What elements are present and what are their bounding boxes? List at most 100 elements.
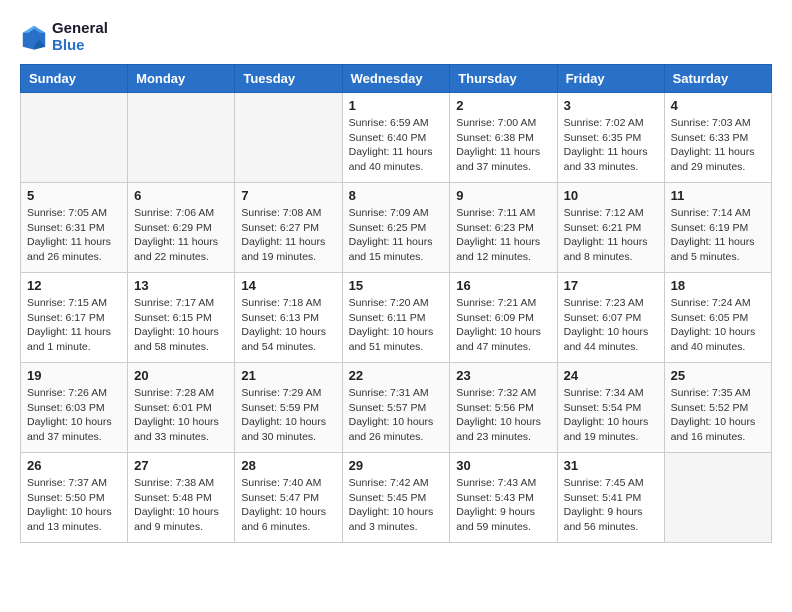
day-number: 1 [349, 98, 444, 113]
col-header-sunday: Sunday [21, 65, 128, 93]
calendar-table: SundayMondayTuesdayWednesdayThursdayFrid… [20, 64, 772, 543]
day-info: Sunrise: 7:03 AM Sunset: 6:33 PM Dayligh… [671, 116, 765, 175]
day-info: Sunrise: 7:00 AM Sunset: 6:38 PM Dayligh… [456, 116, 550, 175]
day-number: 28 [241, 458, 335, 473]
calendar-cell: 18Sunrise: 7:24 AM Sunset: 6:05 PM Dayli… [664, 273, 771, 363]
week-row-2: 5 Sunrise: 7:05 AM Sunset: 6:31 PM Daylig… [21, 183, 772, 273]
day-number: 30 [456, 458, 550, 473]
calendar-cell: 8 Sunrise: 7:09 AM Sunset: 6:25 PM Daylig… [342, 183, 450, 273]
calendar-cell: 9Sunrise: 7:11 AM Sunset: 6:23 PM Daylig… [450, 183, 557, 273]
logo: General Blue [20, 20, 108, 54]
day-info: Sunrise: 7:40 AM Sunset: 5:47 PM Dayligh… [241, 476, 335, 535]
calendar-cell: 1 Sunrise: 6:59 AM Sunset: 6:40 PM Daylig… [342, 93, 450, 183]
day-number: 10 [564, 188, 658, 203]
calendar-cell: 11 Sunrise: 7:14 AM Sunset: 6:19 PM Dayli… [664, 183, 771, 273]
day-number: 21 [241, 368, 335, 383]
calendar-cell: 2 Sunrise: 7:00 AM Sunset: 6:38 PM Daylig… [450, 93, 557, 183]
calendar-cell: 29 Sunrise: 7:42 AM Sunset: 5:45 PM Dayli… [342, 453, 450, 543]
calendar-cell: 5 Sunrise: 7:05 AM Sunset: 6:31 PM Daylig… [21, 183, 128, 273]
day-number: 26 [27, 458, 121, 473]
calendar-cell: 13 Sunrise: 7:17 AM Sunset: 6:15 PM Dayli… [128, 273, 235, 363]
col-header-wednesday: Wednesday [342, 65, 450, 93]
day-number: 7 [241, 188, 335, 203]
day-info: Sunrise: 7:05 AM Sunset: 6:31 PM Dayligh… [27, 206, 121, 265]
day-number: 5 [27, 188, 121, 203]
day-info: Sunrise: 7:09 AM Sunset: 6:25 PM Dayligh… [349, 206, 444, 265]
day-info: Sunrise: 7:45 AM Sunset: 5:41 PM Dayligh… [564, 476, 658, 535]
col-header-thursday: Thursday [450, 65, 557, 93]
calendar-cell: 30Sunrise: 7:43 AM Sunset: 5:43 PM Dayli… [450, 453, 557, 543]
logo-icon [20, 23, 48, 51]
calendar-cell: 10 Sunrise: 7:12 AM Sunset: 6:21 PM Dayli… [557, 183, 664, 273]
calendar-cell: 19 Sunrise: 7:26 AM Sunset: 6:03 PM Dayli… [21, 363, 128, 453]
day-number: 29 [349, 458, 444, 473]
calendar-cell: 31Sunrise: 7:45 AM Sunset: 5:41 PM Dayli… [557, 453, 664, 543]
day-info: Sunrise: 7:14 AM Sunset: 6:19 PM Dayligh… [671, 206, 765, 265]
col-header-tuesday: Tuesday [235, 65, 342, 93]
calendar-cell: 16 Sunrise: 7:21 AM Sunset: 6:09 PM Dayli… [450, 273, 557, 363]
day-info: Sunrise: 7:32 AM Sunset: 5:56 PM Dayligh… [456, 386, 550, 445]
day-info: Sunrise: 7:34 AM Sunset: 5:54 PM Dayligh… [564, 386, 658, 445]
page-header: General Blue [20, 20, 772, 54]
week-row-5: 26 Sunrise: 7:37 AM Sunset: 5:50 PM Dayli… [21, 453, 772, 543]
calendar-cell: 12 Sunrise: 7:15 AM Sunset: 6:17 PM Dayli… [21, 273, 128, 363]
day-info: Sunrise: 7:18 AM Sunset: 6:13 PM Dayligh… [241, 296, 335, 355]
calendar-cell: 6 Sunrise: 7:06 AM Sunset: 6:29 PM Daylig… [128, 183, 235, 273]
day-info: Sunrise: 7:29 AM Sunset: 5:59 PM Dayligh… [241, 386, 335, 445]
day-info: Sunrise: 7:21 AM Sunset: 6:09 PM Dayligh… [456, 296, 550, 355]
week-row-1: 1 Sunrise: 6:59 AM Sunset: 6:40 PM Daylig… [21, 93, 772, 183]
day-info: Sunrise: 7:23 AM Sunset: 6:07 PM Dayligh… [564, 296, 658, 355]
calendar-cell: 7 Sunrise: 7:08 AM Sunset: 6:27 PM Daylig… [235, 183, 342, 273]
calendar-cell: 26 Sunrise: 7:37 AM Sunset: 5:50 PM Dayli… [21, 453, 128, 543]
day-info: Sunrise: 7:28 AM Sunset: 6:01 PM Dayligh… [134, 386, 228, 445]
day-number: 16 [456, 278, 550, 293]
day-number: 4 [671, 98, 765, 113]
day-info: Sunrise: 7:06 AM Sunset: 6:29 PM Dayligh… [134, 206, 228, 265]
calendar-cell: 22 Sunrise: 7:31 AM Sunset: 5:57 PM Dayli… [342, 363, 450, 453]
day-number: 24 [564, 368, 658, 383]
day-number: 19 [27, 368, 121, 383]
day-number: 23 [456, 368, 550, 383]
day-info: Sunrise: 7:26 AM Sunset: 6:03 PM Dayligh… [27, 386, 121, 445]
col-header-friday: Friday [557, 65, 664, 93]
day-number: 3 [564, 98, 658, 113]
calendar-cell [128, 93, 235, 183]
logo-text: General Blue [52, 20, 108, 54]
day-number: 15 [349, 278, 444, 293]
calendar-cell: 17 Sunrise: 7:23 AM Sunset: 6:07 PM Dayli… [557, 273, 664, 363]
col-header-saturday: Saturday [664, 65, 771, 93]
day-number: 12 [27, 278, 121, 293]
day-number: 11 [671, 188, 765, 203]
day-info: Sunrise: 7:31 AM Sunset: 5:57 PM Dayligh… [349, 386, 444, 445]
day-info: Sunrise: 7:24 AM Sunset: 6:05 PM Dayligh… [671, 296, 765, 355]
calendar-cell: 27Sunrise: 7:38 AM Sunset: 5:48 PM Dayli… [128, 453, 235, 543]
week-row-3: 12 Sunrise: 7:15 AM Sunset: 6:17 PM Dayli… [21, 273, 772, 363]
calendar-cell: 25Sunrise: 7:35 AM Sunset: 5:52 PM Dayli… [664, 363, 771, 453]
week-row-4: 19 Sunrise: 7:26 AM Sunset: 6:03 PM Dayli… [21, 363, 772, 453]
day-info: Sunrise: 7:38 AM Sunset: 5:48 PM Dayligh… [134, 476, 228, 535]
day-info: Sunrise: 6:59 AM Sunset: 6:40 PM Dayligh… [349, 116, 444, 175]
calendar-cell: 21 Sunrise: 7:29 AM Sunset: 5:59 PM Dayli… [235, 363, 342, 453]
calendar-cell: 14Sunrise: 7:18 AM Sunset: 6:13 PM Dayli… [235, 273, 342, 363]
calendar-cell: 24 Sunrise: 7:34 AM Sunset: 5:54 PM Dayli… [557, 363, 664, 453]
calendar-header-row: SundayMondayTuesdayWednesdayThursdayFrid… [21, 65, 772, 93]
day-number: 20 [134, 368, 228, 383]
day-number: 6 [134, 188, 228, 203]
calendar-cell: 15Sunrise: 7:20 AM Sunset: 6:11 PM Dayli… [342, 273, 450, 363]
day-info: Sunrise: 7:42 AM Sunset: 5:45 PM Dayligh… [349, 476, 444, 535]
calendar-cell [235, 93, 342, 183]
day-info: Sunrise: 7:15 AM Sunset: 6:17 PM Dayligh… [27, 296, 121, 355]
day-info: Sunrise: 7:37 AM Sunset: 5:50 PM Dayligh… [27, 476, 121, 535]
day-info: Sunrise: 7:08 AM Sunset: 6:27 PM Dayligh… [241, 206, 335, 265]
day-number: 9 [456, 188, 550, 203]
calendar-cell [664, 453, 771, 543]
day-number: 2 [456, 98, 550, 113]
day-number: 22 [349, 368, 444, 383]
calendar-cell: 28 Sunrise: 7:40 AM Sunset: 5:47 PM Dayli… [235, 453, 342, 543]
day-info: Sunrise: 7:12 AM Sunset: 6:21 PM Dayligh… [564, 206, 658, 265]
day-number: 17 [564, 278, 658, 293]
day-number: 25 [671, 368, 765, 383]
day-number: 8 [349, 188, 444, 203]
day-number: 13 [134, 278, 228, 293]
day-info: Sunrise: 7:17 AM Sunset: 6:15 PM Dayligh… [134, 296, 228, 355]
